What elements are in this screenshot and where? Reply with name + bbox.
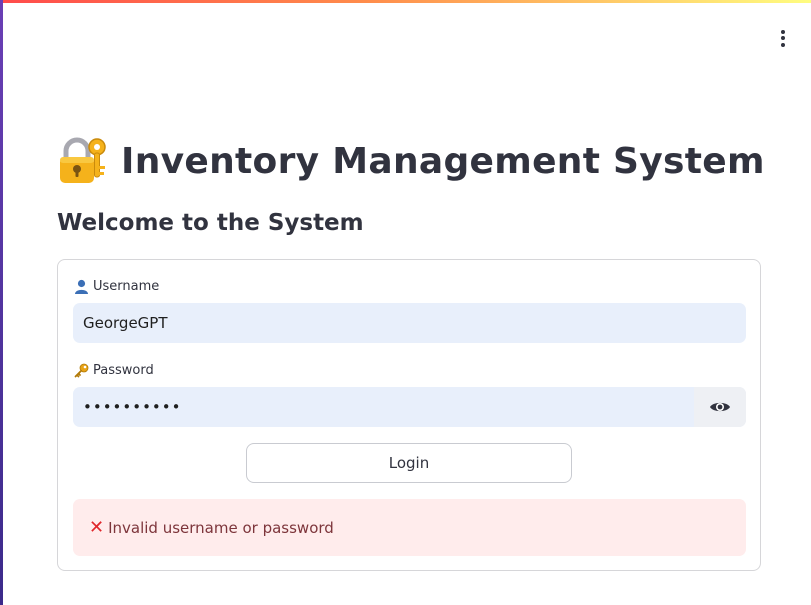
kebab-menu-icon — [781, 29, 785, 47]
password-field-wrapper — [73, 387, 746, 427]
username-field-wrapper — [73, 303, 746, 343]
main-menu-button[interactable] — [770, 25, 796, 51]
error-alert: ✕ Invalid username or password — [73, 499, 746, 556]
login-form: Username Password Login — [57, 259, 761, 571]
username-label-text: Username — [93, 279, 160, 294]
page-title: Inventory Management System — [57, 134, 765, 188]
cross-mark-icon: ✕ — [89, 516, 105, 538]
key-icon — [74, 363, 89, 378]
eye-icon — [710, 402, 730, 412]
password-label: Password — [74, 363, 154, 378]
username-label: Username — [74, 279, 159, 294]
show-password-button[interactable] — [694, 387, 746, 427]
page-subtitle: Welcome to the System — [57, 210, 364, 236]
locked-with-key-icon — [60, 137, 106, 183]
app-root: Inventory Management System Welcome to t… — [0, 0, 811, 605]
user-silhouette-icon — [75, 279, 88, 294]
header-decoration-bar — [0, 0, 811, 3]
password-field[interactable] — [73, 387, 694, 427]
password-label-text: Password — [93, 363, 154, 378]
login-button[interactable]: Login — [246, 443, 572, 483]
app-title: Inventory Management System — [121, 140, 765, 182]
error-message: Invalid username or password — [108, 518, 334, 537]
username-field[interactable] — [73, 303, 746, 343]
window-edge — [0, 0, 3, 605]
